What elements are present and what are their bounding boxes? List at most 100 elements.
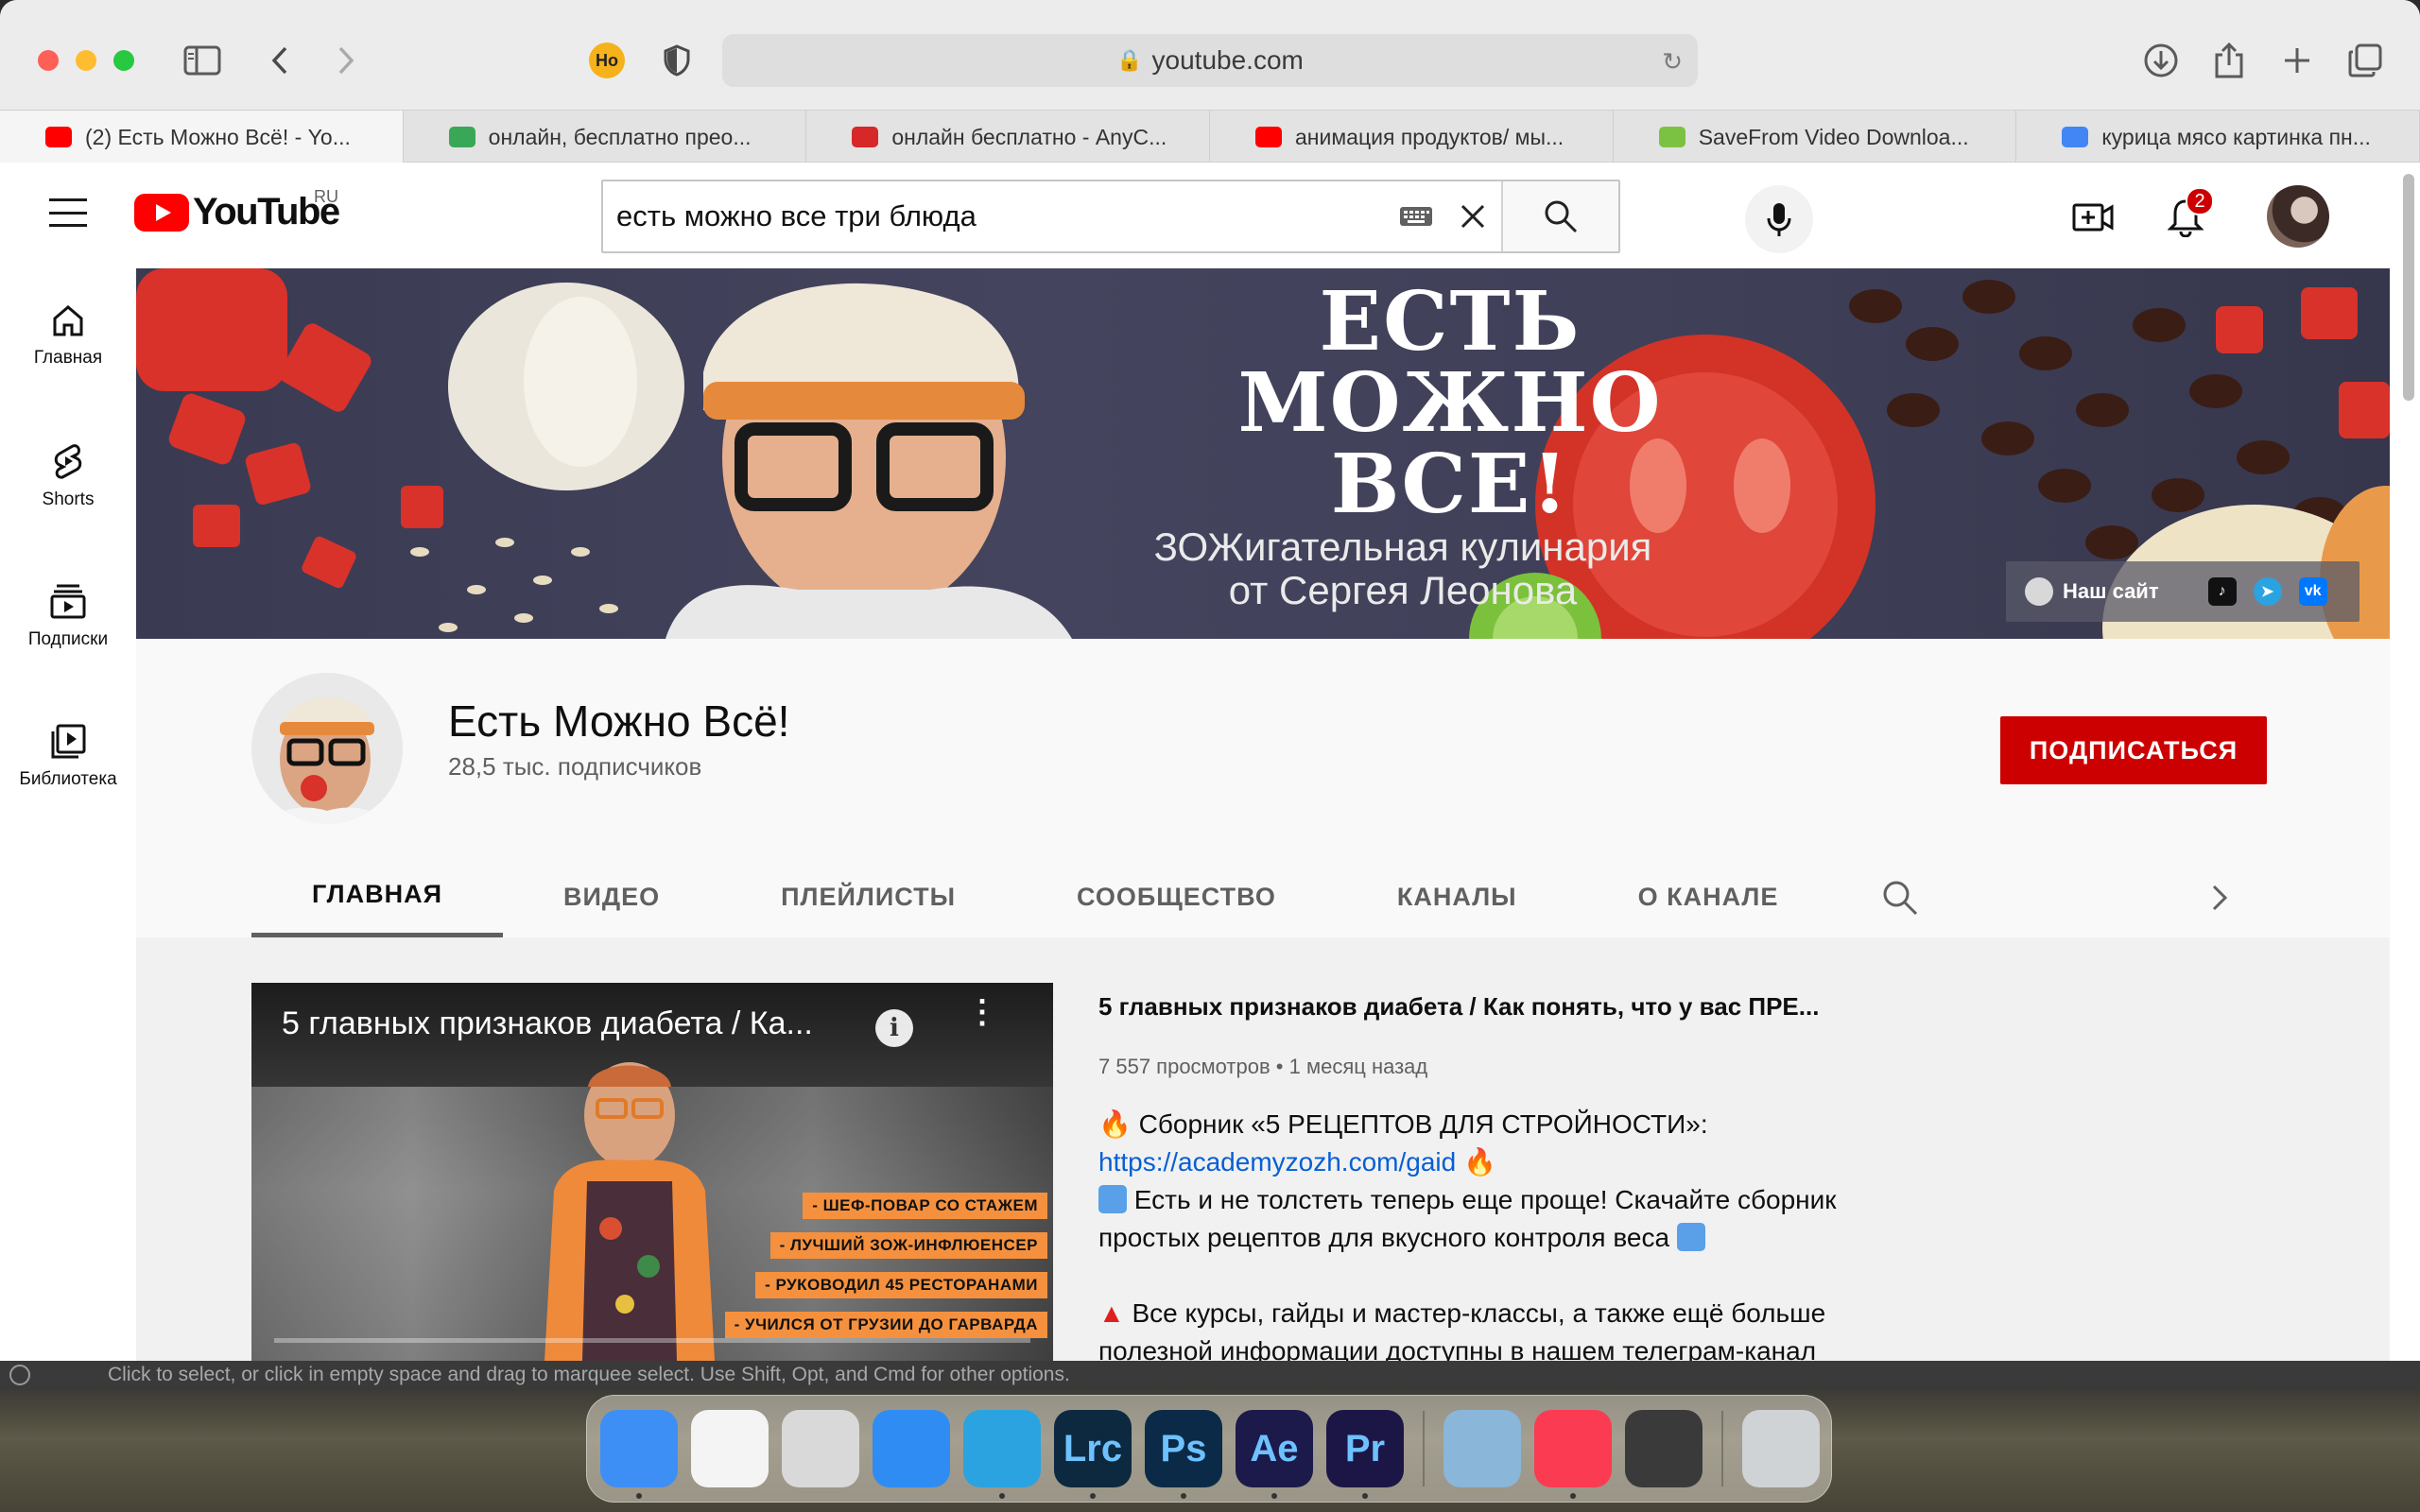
page-scrollbar[interactable] xyxy=(2403,174,2414,401)
featured-video-section: 5 главных признаков диабета / Ка... i ⋮ … xyxy=(136,937,2390,1361)
dock-after-effects-icon[interactable]: Ae xyxy=(1236,1410,1313,1499)
menu-icon[interactable] xyxy=(49,198,87,227)
search-input[interactable] xyxy=(603,181,1388,251)
channel-avatar[interactable] xyxy=(251,673,403,824)
search-button[interactable] xyxy=(1501,181,1618,251)
browser-tab[interactable]: SaveFrom Video Downloa... xyxy=(1614,111,2017,163)
presenter-figure xyxy=(544,1062,715,1361)
dock-telegram-icon[interactable] xyxy=(963,1410,1041,1499)
forward-icon[interactable] xyxy=(325,40,367,81)
browser-tab[interactable]: онлайн, бесплатно прео... xyxy=(404,111,807,163)
channel-tabs: ГЛАВНАЯ ВИДЕО ПЛЕЙЛИСТЫ СООБЩЕСТВО КАНАЛ… xyxy=(251,856,1839,937)
share-icon[interactable] xyxy=(2208,40,2250,81)
description-line: Есть и не толстеть теперь еще проще! Ска… xyxy=(1127,1185,1837,1214)
address-bar[interactable]: 🔒 youtube.com ↻ xyxy=(722,34,1698,87)
video-title[interactable]: 5 главных признаков диабета / Как понять… xyxy=(1098,992,1819,1022)
youtube-logo[interactable]: YouTube xyxy=(134,191,340,233)
sidebar-item-library[interactable]: Библиотека xyxy=(0,722,136,790)
arrow-up-icon xyxy=(1676,1223,1705,1251)
clear-search-icon[interactable] xyxy=(1444,181,1501,251)
dock-finder-icon[interactable] xyxy=(600,1410,678,1499)
browser-tab[interactable]: (2) Есть Можно Всё! - Yo... xyxy=(0,111,404,163)
dock-launchpad-icon[interactable] xyxy=(782,1410,859,1487)
video-age: 1 месяц назад xyxy=(1288,1055,1428,1078)
dock-quicktime-icon[interactable] xyxy=(1625,1410,1703,1487)
tab-about[interactable]: О КАНАЛЕ xyxy=(1578,856,1840,937)
sidebar-item-subscriptions[interactable]: Подписки xyxy=(0,582,136,650)
region-label: RU xyxy=(314,187,338,206)
microphone-icon xyxy=(1767,203,1791,236)
tab-overview-icon[interactable] xyxy=(2344,40,2386,81)
youtube-header: YouTube RU есть можно все три блюда 2 xyxy=(0,163,2420,401)
youtube-icon xyxy=(45,127,72,147)
dock-preview-icon[interactable] xyxy=(1443,1410,1521,1487)
back-icon[interactable] xyxy=(259,40,301,81)
vk-icon[interactable]: vk xyxy=(2298,577,2327,606)
create-video-icon[interactable] xyxy=(2066,191,2119,244)
notifications-button[interactable]: 2 xyxy=(2159,187,2214,244)
running-indicator xyxy=(1271,1493,1277,1499)
dock-app-label: Ps xyxy=(1160,1427,1207,1469)
channel-search-icon[interactable] xyxy=(1881,879,1919,921)
browser-tab[interactable]: анимация продуктов/ мы... xyxy=(1210,111,1614,163)
voice-search-button[interactable] xyxy=(1745,185,1813,253)
running-indicator xyxy=(1570,1493,1576,1499)
extension-honey-icon[interactable]: Ho xyxy=(586,40,628,81)
more-options-icon[interactable]: ⋮ xyxy=(966,996,998,1028)
privacy-shield-icon[interactable] xyxy=(656,40,698,81)
fire-icon: 🔥 xyxy=(1462,1147,1496,1177)
close-window-button[interactable] xyxy=(38,50,59,71)
sidebar-toggle-icon[interactable] xyxy=(182,40,223,81)
tab-community[interactable]: СООБЩЕСТВО xyxy=(1016,856,1337,937)
youtube-play-icon xyxy=(134,193,189,232)
new-tab-icon[interactable] xyxy=(2276,40,2318,81)
browser-tab[interactable]: онлайн бесплатно - AnyC... xyxy=(806,111,1211,163)
player-title: 5 главных признаков диабета / Ка... xyxy=(282,1005,813,1041)
description-line: полезной информации доступны в нашем тел… xyxy=(1098,1336,1817,1361)
reload-icon[interactable]: ↻ xyxy=(1662,47,1683,77)
banner-site-link[interactable]: Наш сайт xyxy=(2063,579,2159,604)
sidebar-item-home[interactable]: Главная xyxy=(0,302,136,369)
dock-lightroom-icon[interactable]: Lrc xyxy=(1054,1410,1132,1499)
tab-playlists[interactable]: ПЛЕЙЛИСТЫ xyxy=(720,856,1016,937)
info-icon[interactable]: i xyxy=(875,1009,913,1047)
tab-home[interactable]: ГЛАВНАЯ xyxy=(251,856,503,937)
tab-channels[interactable]: КАНАЛЫ xyxy=(1337,856,1578,937)
meta-separator: • xyxy=(1275,1055,1289,1078)
video-views: 7 557 просмотров xyxy=(1098,1055,1270,1078)
zoom-window-button[interactable] xyxy=(113,50,134,71)
dock-app-label: Ae xyxy=(1250,1427,1299,1469)
video-badge: - УЧИЛСЯ ОТ ГРУЗИИ ДО ГАРВАРДА xyxy=(724,1312,1047,1338)
description-link[interactable]: https://academyzozh.com/gaid xyxy=(1098,1147,1456,1177)
dock-photoshop-icon[interactable]: Ps xyxy=(1145,1410,1222,1499)
browser-tab[interactable]: курица мясо картинка пн... xyxy=(2016,111,2420,163)
browser-window: Ho 🔒 youtube.com ↻ (2) Есть Можно Всё! -… xyxy=(0,0,2420,1361)
dock-separator xyxy=(1423,1411,1425,1486)
dock-photos-icon[interactable] xyxy=(691,1410,769,1487)
dock-trash-icon[interactable] xyxy=(1742,1410,1820,1487)
video-player[interactable]: 5 главных признаков диабета / Ка... i ⋮ … xyxy=(251,983,1053,1361)
sidebar-item-shorts[interactable]: Shorts xyxy=(0,442,136,510)
banner-subtitle: ЗОЖигательная кулинария от Сергея Леонов… xyxy=(977,525,1828,612)
chevron-right-icon[interactable] xyxy=(2210,881,2229,920)
video-progress-bar[interactable] xyxy=(274,1338,1030,1343)
minimize-window-button[interactable] xyxy=(76,50,96,71)
extension-badge: Ho xyxy=(589,43,625,78)
telegram-icon[interactable]: ➤ xyxy=(2253,577,2282,606)
browser-tab-title: анимация продуктов/ мы... xyxy=(1295,124,1564,149)
running-indicator xyxy=(1181,1493,1186,1499)
keyboard-icon[interactable] xyxy=(1388,181,1444,251)
tiktok-icon[interactable]: ♪ xyxy=(2207,577,2237,606)
downloads-icon[interactable] xyxy=(2140,40,2182,81)
banner-links: Наш сайт ♪ ➤ vk xyxy=(2006,561,2360,622)
subscribe-button[interactable]: ПОДПИСАТЬСЯ xyxy=(2000,716,2267,784)
account-avatar[interactable] xyxy=(2267,185,2329,248)
sidebar-label-library: Библиотека xyxy=(19,769,117,789)
tab-videos[interactable]: ВИДЕО xyxy=(503,856,720,937)
website-icon[interactable] xyxy=(2025,577,2053,606)
description-line: Все курсы, гайды и мастер-классы, а такж… xyxy=(1124,1298,1826,1328)
sidebar-label-shorts: Shorts xyxy=(42,490,95,509)
dock-music-icon[interactable] xyxy=(1534,1410,1612,1499)
dock-safari-icon[interactable] xyxy=(873,1410,950,1487)
dock-premiere-icon[interactable]: Pr xyxy=(1326,1410,1404,1499)
